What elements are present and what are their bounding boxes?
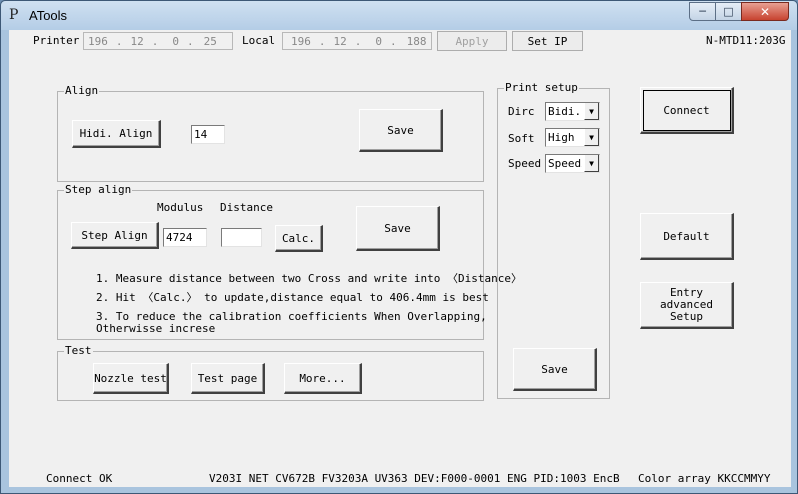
test-group-title: Test bbox=[64, 344, 93, 357]
default-button[interactable]: Default bbox=[640, 213, 734, 260]
instruction-1: 1. Measure distance between two Cross an… bbox=[96, 272, 522, 285]
version-info: V203I NET CV672B FV3203A UV363 DEV:F000-… bbox=[209, 472, 620, 485]
title-bar[interactable]: P ATools ─ □ ✕ bbox=[1, 1, 797, 30]
align-group-title: Align bbox=[64, 84, 100, 97]
step-align-save-button[interactable]: Save bbox=[356, 206, 440, 251]
entry-advanced-setup-button[interactable]: Entry advanced Setup bbox=[640, 282, 734, 329]
maximize-icon: □ bbox=[723, 5, 734, 18]
speed-select[interactable]: Speed2 ▼ bbox=[545, 154, 600, 173]
color-array: Color array KKCCMMYY bbox=[638, 472, 771, 485]
chevron-down-icon[interactable]: ▼ bbox=[584, 155, 599, 172]
distance-input[interactable] bbox=[221, 228, 262, 247]
set-ip-button[interactable]: Set IP bbox=[512, 31, 583, 51]
local-label: Local bbox=[242, 34, 276, 47]
dirc-value: Bidi. bbox=[548, 105, 582, 118]
local-ip-field[interactable]: 196 . 12 . 0 . 188 bbox=[282, 32, 432, 50]
chevron-down-icon[interactable]: ▼ bbox=[584, 103, 599, 120]
print-setup-save-button[interactable]: Save bbox=[513, 348, 597, 391]
chevron-down-icon[interactable]: ▼ bbox=[584, 129, 599, 146]
entry-line-3: Setup bbox=[669, 310, 704, 323]
align-save-button[interactable]: Save bbox=[359, 109, 443, 152]
printer-ip-field[interactable]: 196 . 12 . 0 . 25 bbox=[83, 32, 233, 50]
soft-value: High bbox=[548, 131, 575, 144]
instruction-2: 2. Hit 〈Calc.〉 to update,distance equal … bbox=[96, 291, 489, 304]
print-setup-group-title: Print setup bbox=[504, 81, 579, 94]
modulus-input[interactable]: 4724 bbox=[163, 228, 207, 247]
modulus-label: Modulus bbox=[157, 201, 204, 214]
model-label: N-MTD11:203G bbox=[706, 34, 786, 47]
instruction-4: Otherwisse increse bbox=[96, 322, 216, 335]
dirc-select[interactable]: Bidi. ▼ bbox=[545, 102, 600, 121]
dirc-label: Dirc bbox=[508, 105, 535, 118]
step-align-button[interactable]: Step Align bbox=[71, 222, 159, 249]
more-button[interactable]: More... bbox=[284, 363, 362, 394]
calc-button[interactable]: Calc. bbox=[275, 225, 323, 252]
distance-label: Distance bbox=[220, 201, 273, 214]
close-icon: ✕ bbox=[759, 4, 771, 19]
close-button[interactable]: ✕ bbox=[741, 2, 789, 21]
nozzle-test-button[interactable]: Nozzle test bbox=[93, 363, 169, 394]
soft-label: Soft bbox=[508, 132, 535, 145]
minimize-button[interactable]: ─ bbox=[689, 2, 716, 21]
hidi-align-button[interactable]: Hidi. Align bbox=[72, 120, 161, 148]
soft-select[interactable]: High ▼ bbox=[545, 128, 600, 147]
window-title: ATools bbox=[29, 8, 68, 23]
align-value-input[interactable]: 14 bbox=[191, 125, 225, 144]
apply-button[interactable]: Apply bbox=[437, 31, 507, 51]
step-align-group-title: Step align bbox=[64, 183, 133, 196]
test-page-button[interactable]: Test page bbox=[191, 363, 265, 394]
main-panel: Printer 196 . 12 . 0 . 25 Local 196 . 12… bbox=[9, 30, 791, 487]
app-icon: P bbox=[9, 7, 19, 23]
printer-label: Printer bbox=[33, 34, 80, 47]
app-window: P ATools ─ □ ✕ Printer 196 . 12 . 0 . 25… bbox=[0, 0, 798, 494]
connection-status: Connect OK bbox=[46, 472, 113, 485]
maximize-button[interactable]: □ bbox=[715, 2, 742, 21]
speed-value: Speed2 bbox=[548, 157, 582, 170]
minimize-icon: ─ bbox=[699, 5, 706, 18]
speed-label: Speed bbox=[508, 157, 542, 170]
connect-button[interactable]: Connect bbox=[640, 87, 734, 134]
